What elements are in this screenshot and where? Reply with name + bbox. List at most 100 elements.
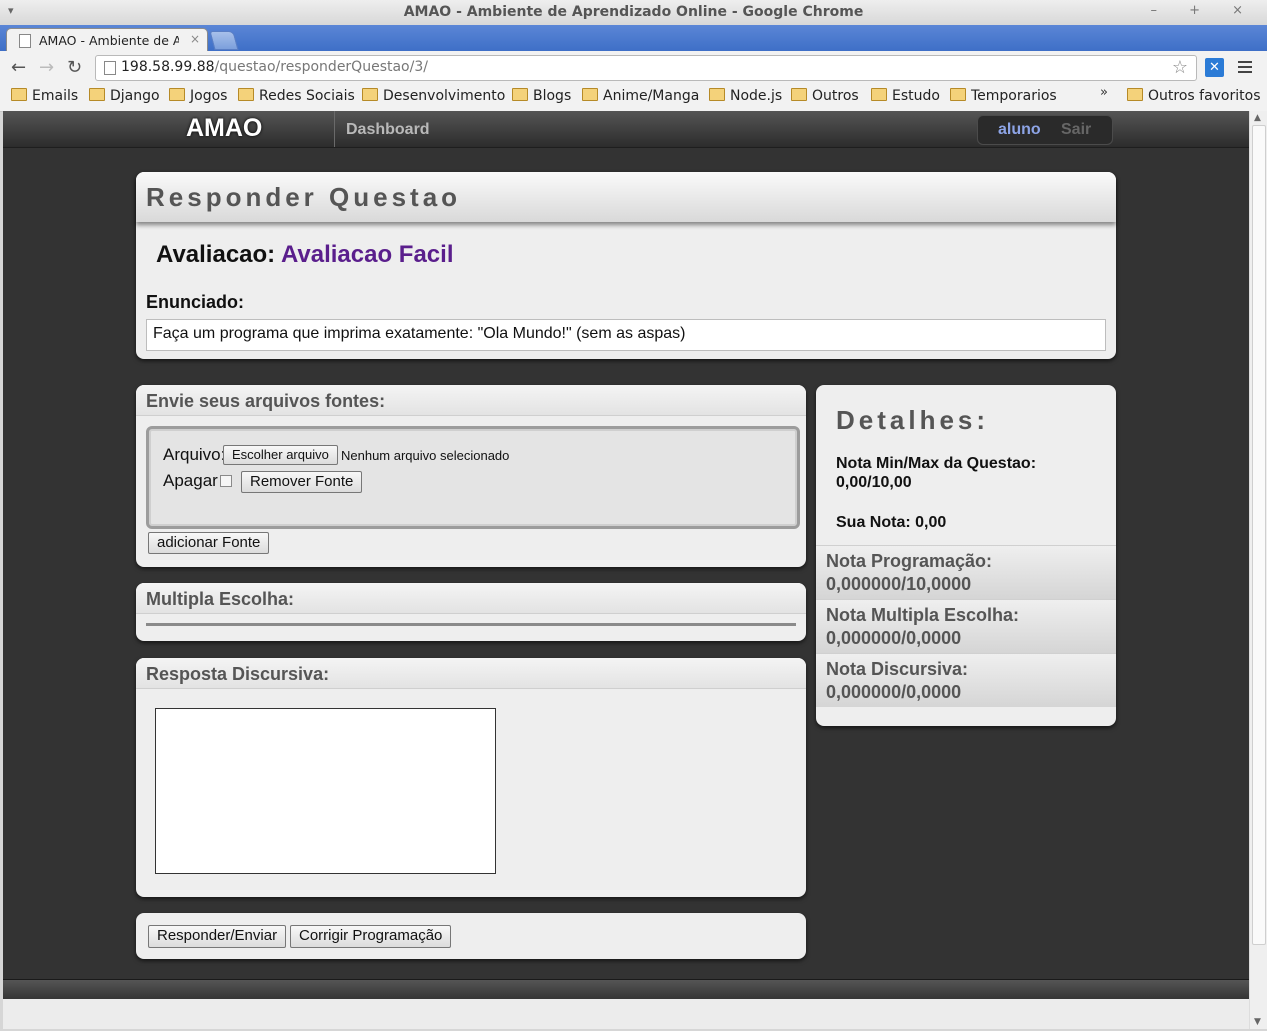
apagar-checkbox[interactable] [220, 475, 232, 487]
grade-value: 0,000000/10,0000 [826, 574, 972, 594]
other-bookmarks-folder[interactable]: Outros favoritos [1127, 88, 1261, 104]
window-controls[interactable]: – + × [1150, 3, 1257, 18]
bookmark-folder[interactable]: Anime/Manga [582, 88, 699, 104]
bookmark-label: Outros [812, 88, 859, 104]
question-panel: Responder Questao Avaliacao: Avaliacao F… [136, 172, 1116, 359]
grade-label: Nota Multipla Escolha: [826, 605, 1020, 625]
scroll-up-icon[interactable]: ▲ [1254, 113, 1261, 123]
bookmark-label: Node.js [730, 88, 783, 104]
bookmark-folder[interactable]: Blogs [512, 88, 571, 104]
avaliacao-heading: Avaliacao: Avaliacao Facil [156, 241, 454, 269]
bookmark-star-icon[interactable]: ☆ [1172, 57, 1188, 78]
folder-icon [169, 88, 185, 101]
choose-file-button[interactable]: Escolher arquivo [223, 445, 338, 465]
window-title: AMAO - Ambiente de Aprendizado Online - … [403, 4, 864, 20]
your-grade: Sua Nota: 0,00 [836, 514, 947, 531]
multiple-choice-header: Multipla Escolha: [136, 583, 806, 614]
folder-icon [709, 88, 725, 101]
discursive-title: Resposta Discursiva: [146, 664, 330, 684]
folder-icon [512, 88, 528, 101]
folder-icon [362, 88, 378, 101]
grade-label: Nota Discursiva: [826, 659, 969, 679]
actions-panel: Responder/Enviar Corrigir Programação [136, 913, 806, 959]
grade-label: Nota Programação: [826, 551, 993, 571]
details-title: Detalhes: [836, 405, 990, 435]
multiple-choice-title: Multipla Escolha: [146, 589, 295, 609]
source-files-title: Envie seus arquivos fontes: [146, 391, 386, 411]
url-path: /questao/responderQuestao/3/ [214, 59, 428, 75]
arquivo-label: Arquivo: [163, 445, 226, 464]
min-max-label: Nota Min/Max da Questao: [836, 455, 1037, 472]
bookmark-folder[interactable]: Redes Sociais [238, 88, 355, 104]
discursive-panel: Resposta Discursiva: [136, 658, 806, 897]
enunciado-box: Faça um programa que imprima exatamente:… [146, 319, 1106, 351]
reload-icon[interactable]: ↻ [67, 57, 82, 78]
bookmark-label: Jogos [190, 88, 228, 104]
tab-strip: AMAO - Ambiente de Ap × [0, 25, 1267, 52]
bookmark-folder[interactable]: Estudo [871, 88, 940, 104]
avaliacao-label: Avaliacao: [156, 241, 276, 268]
bookmark-label: Blogs [533, 88, 572, 104]
browser-toolbar: ← → ↻ 198.58.99.88/questao/responderQues… [0, 51, 1267, 86]
dashboard-link[interactable]: Dashboard [346, 121, 430, 139]
window-titlebar: ▾ AMAO - Ambiente de Aprendizado Online … [0, 0, 1267, 26]
enunciado-text: Faça um programa que imprima exatamente:… [153, 325, 686, 342]
source-file-row: Arquivo: Escolher arquivo Nenhum arquivo… [146, 426, 800, 529]
bookmark-folder[interactable]: Desenvolvimento [362, 88, 505, 104]
bookmark-label: Outros favoritos [1148, 88, 1261, 104]
user-box: aluno Sair [977, 115, 1113, 145]
folder-icon [791, 88, 807, 101]
browser-tab[interactable]: AMAO - Ambiente de Ap × [6, 28, 208, 52]
bookmark-folder[interactable]: Outros [791, 88, 859, 104]
bookmark-label: Temporarios [971, 88, 1057, 104]
site-logo[interactable]: AMAO [186, 114, 262, 143]
bookmark-label: Emails [32, 88, 79, 104]
address-bar[interactable]: 198.58.99.88/questao/responderQuestao/3/… [95, 55, 1197, 81]
discursive-textarea[interactable] [155, 708, 496, 874]
more-bookmarks-icon[interactable]: » [1100, 85, 1108, 100]
folder-icon [89, 88, 105, 101]
close-tab-icon[interactable]: × [190, 32, 200, 46]
folder-icon [238, 88, 254, 101]
bookmark-label: Django [110, 88, 160, 104]
bookmark-folder[interactable]: Emails [11, 88, 78, 104]
add-source-button[interactable]: adicionar Fonte [148, 532, 270, 554]
question-panel-header: Responder Questao [136, 172, 1116, 222]
grade-programming: Nota Programação: 0,000000/10,0000 [816, 545, 1116, 599]
grade-discursive: Nota Discursiva: 0,000000/0,0000 [816, 653, 1116, 707]
forward-icon[interactable]: → [39, 57, 54, 78]
scrollbar-thumb[interactable] [1252, 125, 1266, 945]
remove-source-button[interactable]: Remover Fonte [241, 471, 363, 493]
chrome-menu-icon[interactable] [1238, 58, 1252, 76]
bookmark-folder[interactable]: Jogos [169, 88, 227, 104]
grade-value: 0,000000/0,0000 [826, 682, 962, 702]
submit-answer-button[interactable]: Responder/Enviar [148, 925, 287, 948]
site-navbar: AMAO Dashboard aluno Sair [3, 111, 1249, 148]
bookmark-folder[interactable]: Temporarios [950, 88, 1057, 104]
folder-icon [582, 88, 598, 101]
folder-icon [1127, 88, 1143, 101]
page-icon [104, 61, 116, 75]
enunciado-label: Enunciado: [146, 292, 244, 312]
multiple-choice-panel: Multipla Escolha: [136, 583, 806, 641]
tab-title: AMAO - Ambiente de Ap [39, 33, 179, 48]
user-link[interactable]: aluno [998, 121, 1041, 139]
scroll-down-icon[interactable]: ▼ [1254, 1017, 1261, 1027]
avaliacao-name: Avaliacao Facil [280, 241, 454, 268]
bookmark-folder[interactable]: Node.js [709, 88, 782, 104]
url-text: 198.58.99.88/questao/responderQuestao/3/ [121, 59, 428, 75]
source-files-header: Envie seus arquivos fontes: [136, 385, 806, 416]
vertical-scrollbar[interactable]: ▲ ▼ [1249, 111, 1267, 1029]
navbar-divider [334, 111, 335, 147]
back-icon[interactable]: ← [11, 57, 26, 78]
bookmark-folder[interactable]: Django [89, 88, 160, 104]
extension-icon[interactable]: ✕ [1205, 58, 1224, 77]
grade-programming-button[interactable]: Corrigir Programação [290, 925, 452, 948]
bookmark-label: Desenvolvimento [383, 88, 506, 104]
new-tab-button[interactable] [209, 31, 239, 50]
logout-link[interactable]: Sair [1061, 121, 1091, 139]
details-panel: Detalhes: Nota Min/Max da Questao: 0,00/… [816, 385, 1116, 726]
discursive-header: Resposta Discursiva: [136, 658, 806, 689]
page-viewport: AMAO Dashboard aluno Sair Responder Ques… [3, 111, 1249, 1029]
page-icon [19, 34, 31, 48]
